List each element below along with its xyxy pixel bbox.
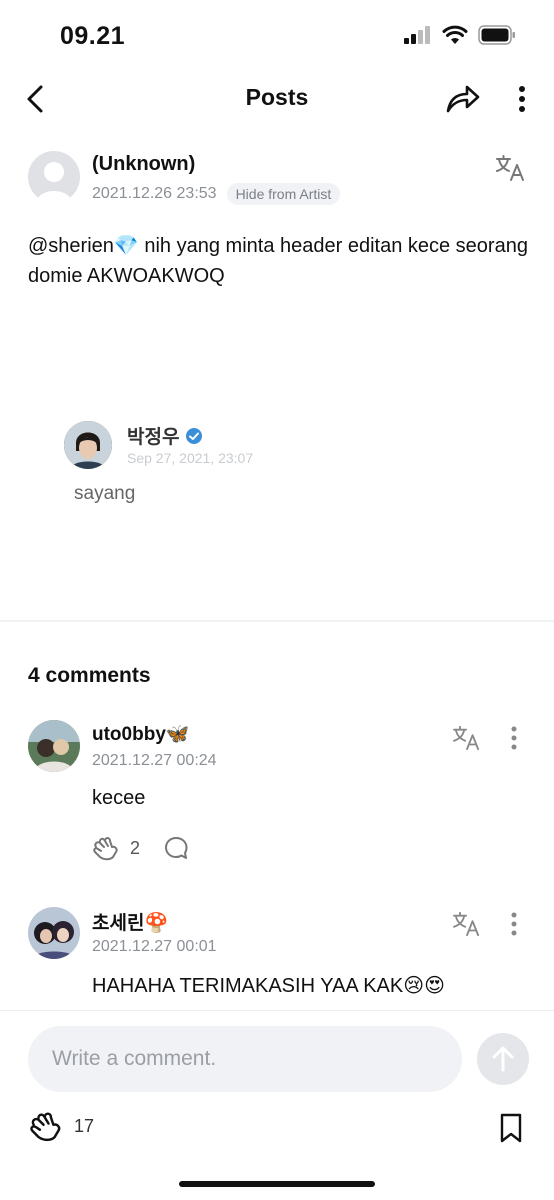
comment-author[interactable]: uto0bby🦋 (92, 722, 190, 746)
status-time: 09.21 (60, 22, 126, 50)
user-photo-icon (28, 907, 80, 959)
comment-date: 2021.12.27 00:24 (92, 752, 217, 769)
cheer-hand-icon[interactable] (92, 835, 120, 861)
translate-button[interactable] (494, 153, 528, 183)
home-indicator (179, 1181, 375, 1187)
bookmark-button[interactable] (496, 1112, 526, 1144)
comments-count-title: 4 comments (28, 664, 151, 687)
verified-badge-icon (186, 427, 203, 444)
embed-text: sayang (74, 483, 136, 504)
translate-icon (453, 911, 480, 937)
comment-avatar[interactable] (28, 907, 80, 959)
author-avatar[interactable] (28, 151, 80, 203)
comment-date: 2021.12.27 00:01 (92, 938, 217, 955)
post-date: 2021.12.26 23:53 (92, 185, 217, 202)
post-meta: 2021.12.26 23:53 Hide from Artist (92, 183, 341, 205)
more-options-button[interactable] (510, 84, 534, 114)
comment-author[interactable]: 초세린🍄 (92, 908, 168, 935)
more-vertical-icon (511, 912, 517, 936)
comment-translate-button[interactable] (451, 910, 483, 938)
share-icon (446, 85, 480, 113)
translate-icon (496, 155, 524, 181)
cheer-hand-icon[interactable] (28, 1110, 64, 1142)
send-button[interactable] (477, 1033, 529, 1085)
default-avatar-icon (36, 162, 72, 203)
share-button[interactable] (444, 82, 482, 116)
comment-more-button[interactable] (506, 911, 522, 937)
more-vertical-icon (511, 726, 517, 750)
comment-avatar[interactable] (28, 720, 80, 772)
signal-icon (404, 26, 430, 44)
battery-icon (478, 25, 515, 45)
translate-icon (453, 725, 480, 751)
comment-text: HAHAHA TERIMAKASIH YAA KAK😢😍 (92, 975, 445, 997)
bottom-divider (0, 1010, 554, 1011)
bookmark-icon (500, 1113, 522, 1143)
post-author[interactable]: (Unknown) (92, 153, 195, 176)
embed-author-name: 박정우 (127, 427, 180, 448)
comment-actions: 2 (92, 835, 188, 861)
status-icons (404, 25, 516, 45)
post-like-area: 17 (28, 1110, 94, 1142)
more-vertical-icon (519, 86, 525, 112)
post-text: @sherien💎 nih yang minta header editan k… (28, 235, 528, 287)
section-divider (0, 620, 554, 622)
post-like-count: 17 (74, 1115, 95, 1136)
wifi-icon (442, 25, 468, 44)
embed-date: Sep 27, 2021, 23:07 (127, 450, 254, 466)
comment-translate-button[interactable] (451, 724, 483, 752)
embed-author: 박정우 (127, 422, 203, 449)
comment-more-button[interactable] (506, 725, 522, 751)
arrow-up-icon (492, 1046, 514, 1072)
comment-text: kecee (92, 787, 146, 809)
profile-photo-icon (64, 421, 112, 469)
hide-from-artist-chip[interactable]: Hide from Artist (226, 183, 341, 205)
embed-avatar (64, 421, 112, 469)
reply-bubble-icon[interactable] (164, 836, 188, 860)
comment-input-placeholder: Write a comment. (52, 1047, 217, 1070)
user-photo-icon (28, 720, 80, 772)
comment-like-count: 2 (130, 837, 141, 858)
